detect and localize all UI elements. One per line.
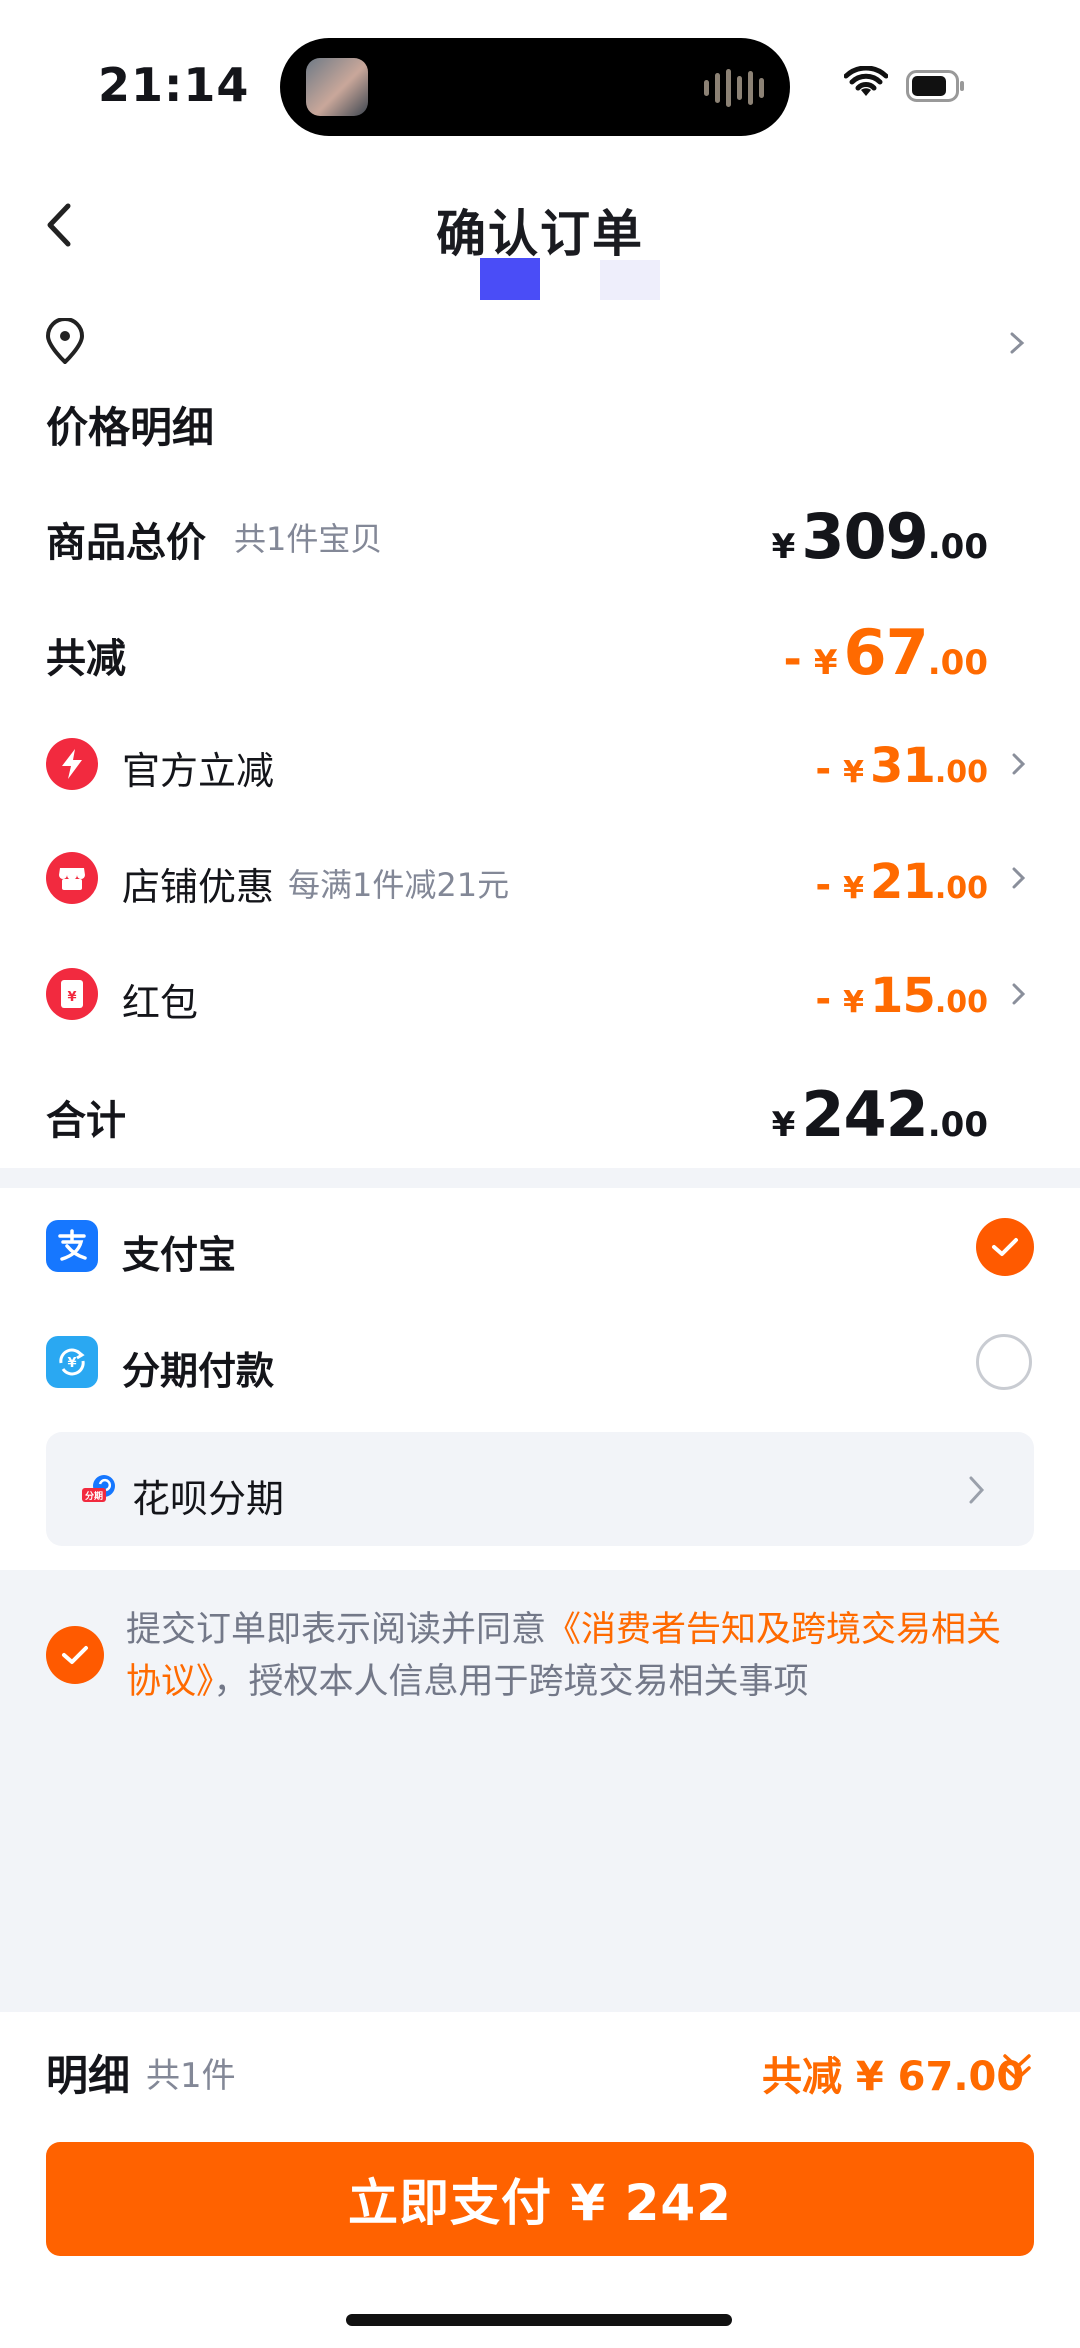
huabei-icon: 分期 bbox=[80, 1472, 120, 1506]
total-item-count: 共1件宝贝 bbox=[234, 520, 383, 558]
detail-label[interactable]: 明细 bbox=[46, 2042, 130, 2103]
agreement-prefix: 提交订单即表示阅读并同意 bbox=[126, 1610, 547, 1650]
payment-label: 支付宝 bbox=[122, 1233, 237, 1277]
sum-label: 合计 bbox=[46, 1098, 126, 1144]
chevron-right-icon bbox=[1012, 983, 1026, 1005]
section-divider bbox=[0, 1168, 1080, 1188]
total-amount: ¥ 309 .00 bbox=[771, 500, 988, 573]
dynamic-island bbox=[280, 38, 790, 136]
battery-icon bbox=[906, 70, 964, 102]
svg-text:¥: ¥ bbox=[67, 990, 76, 1005]
payment-label: 分期付款 bbox=[122, 1349, 275, 1393]
detail-count: 共1件 bbox=[146, 2056, 236, 2096]
pay-now-button[interactable]: 立即支付 ¥ 242 bbox=[46, 2142, 1034, 2256]
discount-amount: - ¥ 21 .00 bbox=[815, 854, 988, 910]
redacted-block bbox=[600, 260, 660, 300]
sum-amount: ¥ 242 .00 bbox=[771, 1078, 988, 1151]
discount-amount: - ¥ 31 .00 bbox=[815, 738, 988, 794]
detail-discount-total[interactable]: 共减 ¥ 67.00 bbox=[762, 2044, 1024, 2102]
page-title: 确认订单 bbox=[436, 205, 644, 263]
chevron-right-icon bbox=[1012, 753, 1026, 775]
svg-text:¥: ¥ bbox=[67, 1356, 76, 1371]
discount-label: 红包 bbox=[122, 981, 199, 1025]
alipay-icon bbox=[46, 1220, 98, 1272]
total-label: 商品总价 bbox=[46, 520, 206, 566]
discount-total-amount: - ¥ 67 .00 bbox=[783, 616, 988, 689]
chevron-right-icon bbox=[1010, 332, 1025, 354]
redacted-block bbox=[480, 258, 540, 300]
chevron-right-icon bbox=[969, 1476, 985, 1504]
address-row[interactable] bbox=[0, 300, 1080, 380]
audio-wave-icon bbox=[704, 68, 764, 108]
radio-unselected[interactable] bbox=[976, 1334, 1032, 1390]
discount-total-label: 共减 bbox=[46, 636, 126, 682]
order-confirm-page: 21:14 确认订单 价格明细 商品总价 共1件宝贝 ¥ 309 .00 共减 … bbox=[0, 0, 1080, 2348]
double-chevron-down-icon[interactable] bbox=[1000, 2048, 1034, 2088]
discount-rule: 每满1件减21元 bbox=[288, 866, 510, 904]
shop-icon bbox=[46, 852, 98, 904]
chevron-right-icon bbox=[1012, 867, 1026, 889]
huabei-label: 花呗分期 bbox=[132, 1477, 285, 1521]
selected-check-icon[interactable] bbox=[976, 1218, 1034, 1276]
agreement-check-icon[interactable] bbox=[46, 1626, 104, 1684]
now-playing-thumbnail bbox=[306, 58, 368, 116]
location-pin-icon bbox=[45, 318, 85, 364]
home-indicator bbox=[346, 2314, 732, 2326]
discount-label: 官方立减 bbox=[122, 749, 275, 793]
agreement-text: 提交订单即表示阅读并同意《消费者告知及跨境交易相关协议》，授权本人信息用于跨境交… bbox=[126, 1604, 1036, 1708]
discount-label: 店铺优惠 bbox=[122, 865, 275, 909]
discount-amount: - ¥ 15 .00 bbox=[815, 968, 988, 1024]
agreement-suffix: ，授权本人信息用于跨境交易相关事项 bbox=[213, 1662, 809, 1702]
lightning-icon bbox=[46, 738, 98, 790]
section-title-price-detail: 价格明细 bbox=[46, 403, 215, 452]
wifi-icon bbox=[844, 66, 888, 96]
installment-icon: ¥ bbox=[46, 1336, 98, 1388]
svg-text:分期: 分期 bbox=[85, 1490, 103, 1502]
red-packet-icon: ¥ bbox=[46, 968, 98, 1020]
status-time: 21:14 bbox=[98, 58, 250, 112]
